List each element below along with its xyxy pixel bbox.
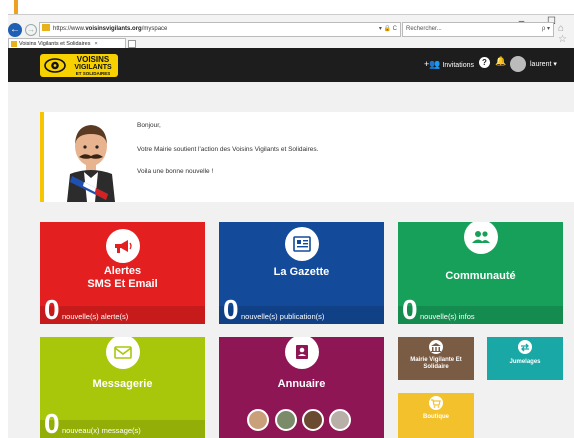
browser-chrome: – ☐ ← → https://www.voisinsvigilants.org… [8,14,574,49]
envelope-icon [106,337,140,369]
boutique-tile[interactable]: Boutique [398,393,474,438]
jumelages-tile[interactable]: Jumelages [487,337,563,380]
messagerie-count: 0 [44,408,60,438]
logo-line3: ET SOLIDAIRES [75,71,111,76]
messagerie-tile[interactable]: Messagerie 0 nouveau(x) message(s) [40,337,205,438]
contact-book-icon [285,337,319,369]
communaute-count: 0 [402,294,418,324]
communaute-title: Communauté [445,270,516,282]
member-avatar [329,409,351,431]
megaphone-icon [106,229,140,263]
gazette-count: 0 [223,294,239,324]
newspaper-icon [285,227,319,261]
help-icon[interactable]: ? [479,57,490,68]
messagerie-count-label: nouveau(x) message(s) [62,426,141,435]
address-scheme: https://www. [53,26,86,32]
search-placeholder: Rechercher... [406,26,442,32]
tab-title: Voisins Vigilants et Solidaires [19,41,91,47]
site-badge-icon [42,24,50,31]
mairie-title-line1: Mairie Vigilante Et [410,357,462,363]
home-star-icons[interactable]: ⌂ ☆ [558,23,574,45]
new-tab-button[interactable] [128,40,136,48]
annuaire-title: Annuaire [277,378,326,390]
member-avatar [302,409,324,431]
tab-close-icon[interactable]: × [94,41,97,47]
welcome-note: Voila une bonne nouvelle ! [137,168,214,175]
alerts-count-label: nouvelle(s) alerte(s) [62,312,129,321]
site-logo[interactable]: VOISINS VIGILANTS ET SOLIDAIRES [40,54,118,77]
member-avatar [247,409,269,431]
back-button[interactable]: ← [8,23,22,37]
mairie-tile[interactable]: Mairie Vigilante Et Solidaire [398,337,474,380]
screen: – ☐ ← → https://www.voisinsvigilants.org… [0,0,574,438]
search-icon[interactable]: ρ ▾ [542,23,550,36]
invitations-link[interactable]: +👥 Invitations [424,59,474,70]
invitations-label: Invitations [442,62,474,69]
logo-text: VOISINS VIGILANTS ET SOLIDAIRES [70,55,116,77]
town-hall-icon [429,340,443,354]
add-user-icon: +👥 [424,59,441,69]
address-tools[interactable]: ▾ 🔒 C [379,23,397,36]
alerts-count: 0 [44,294,60,324]
address-path: /myspace [141,26,168,32]
alerts-title-line2: SMS Et Email [87,278,158,290]
communaute-tile[interactable]: Communauté 0 nouvelle(s) infos [398,222,563,324]
favicon-icon [11,41,17,47]
mairie-title-line2: Solidaire [423,364,449,370]
bell-icon[interactable]: 🔔 [495,56,506,67]
gazette-count-label: nouvelle(s) publication(s) [241,312,325,321]
swap-arrows-icon [518,340,532,354]
window-accent [14,0,18,14]
eye-logo-icon [44,58,66,73]
welcome-message: Votre Mairie soutient l'action des Voisi… [137,146,319,153]
user-menu[interactable]: laurent ▾ [530,60,557,68]
address-domain: voisinsvigilants.org [85,26,142,32]
member-avatar [275,409,297,431]
communaute-count-label: nouvelle(s) infos [420,312,475,321]
messagerie-title: Messagerie [92,378,153,390]
gazette-tile[interactable]: La Gazette 0 nouvelle(s) publication(s) [219,222,384,324]
logo-line1: VOISINS [76,55,110,64]
avatar[interactable] [510,56,526,72]
shopping-cart-icon [429,396,443,410]
forward-button[interactable]: → [25,24,37,36]
group-icon [464,222,498,254]
jumelages-title: Jumelages [509,359,541,365]
boutique-title: Boutique [423,414,449,420]
alerts-tile[interactable]: Alertes SMS Et Email 0 nouvelle(s) alert… [40,222,205,324]
alerts-title-line1: Alertes [103,265,142,277]
app-navbar: VOISINS VIGILANTS ET SOLIDAIRES +👥 Invita… [8,48,574,82]
mayor-illustration [67,125,115,202]
welcome-greeting: Bonjour, [137,122,161,129]
welcome-card: Bonjour, Votre Mairie soutient l'action … [40,112,574,202]
browser-search-input[interactable]: Rechercher... ρ ▾ [402,22,554,37]
gazette-title: La Gazette [273,266,330,278]
logo-line2: VIGILANTS [74,64,112,71]
address-bar[interactable]: https://www.voisinsvigilants.org/myspace… [39,22,401,37]
annuaire-tile[interactable]: Annuaire [219,337,384,438]
